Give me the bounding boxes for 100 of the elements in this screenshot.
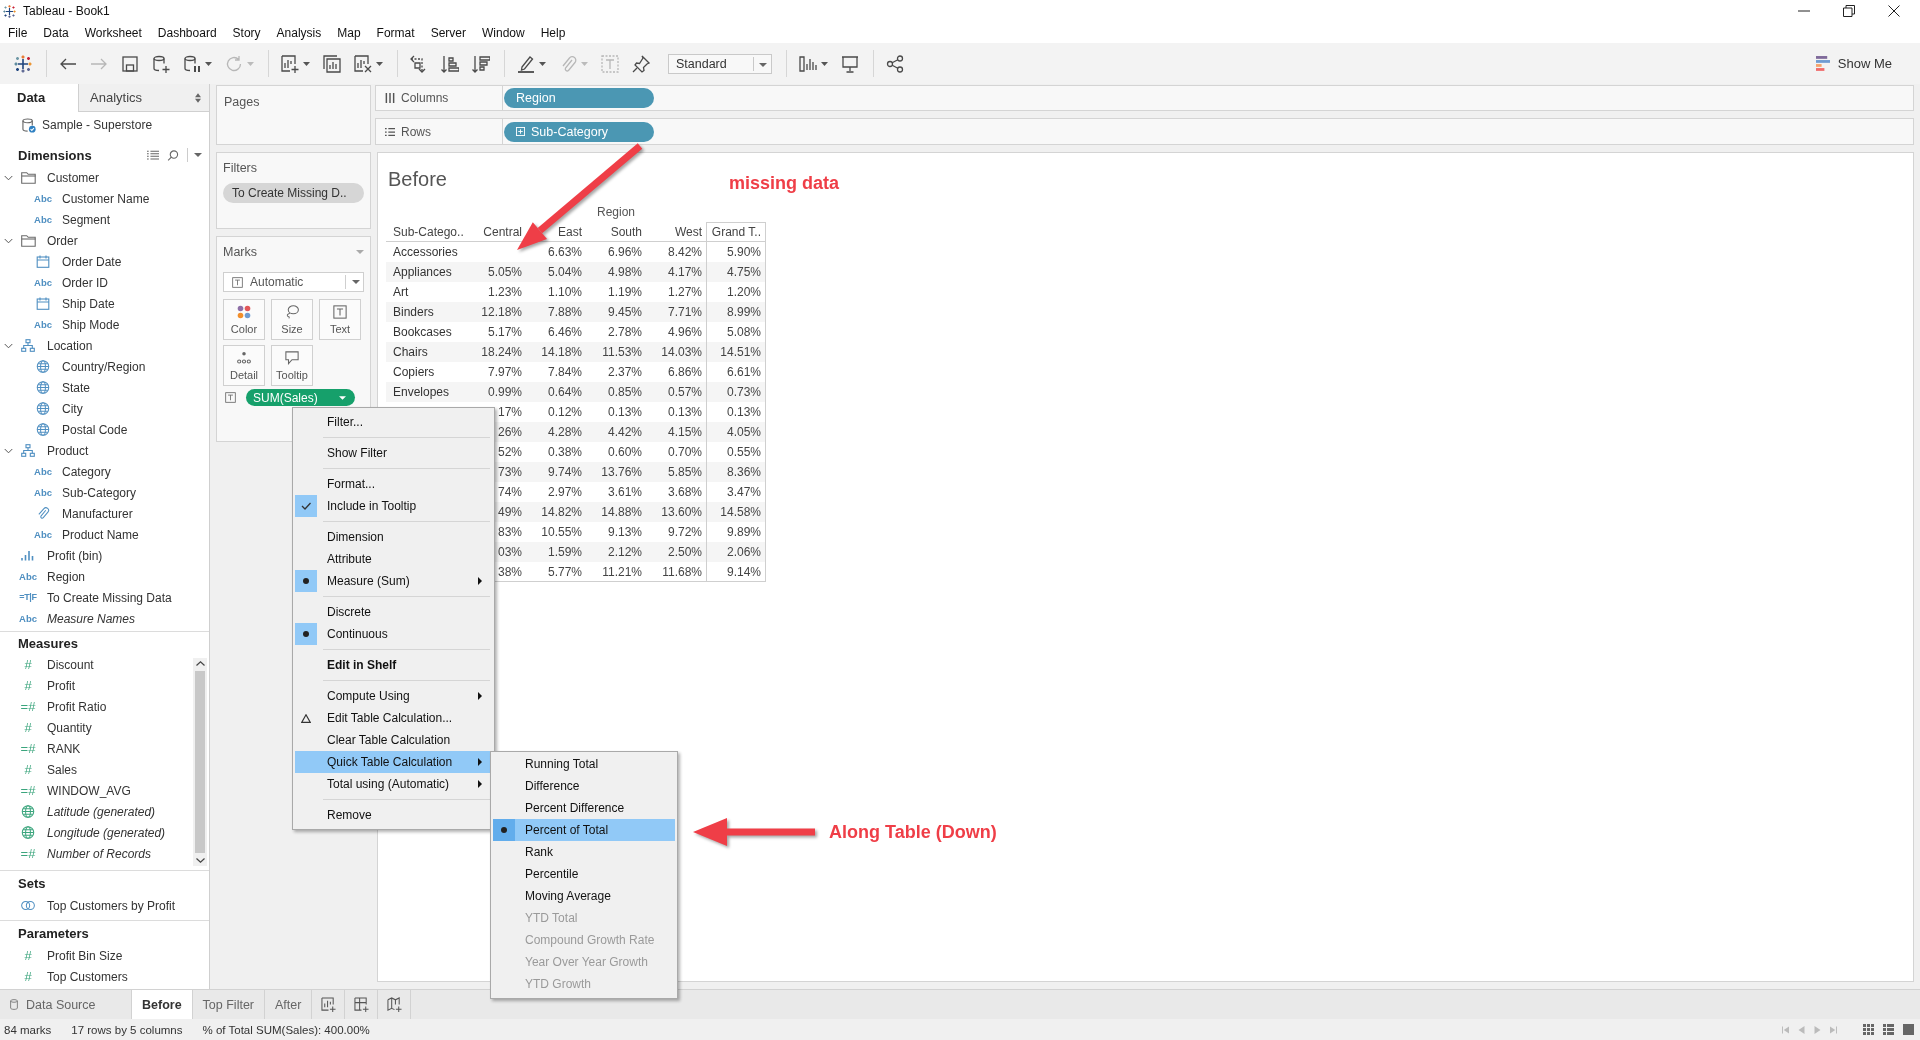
panel-bars-icon[interactable]: [799, 54, 817, 73]
app-logo-icon[interactable]: [14, 54, 32, 73]
field-name[interactable]: Country/Region: [62, 359, 146, 374]
field-name[interactable]: RANK: [47, 741, 81, 756]
caret-icon[interactable]: [194, 153, 202, 157]
sort-arrows-icon[interactable]: [195, 93, 201, 103]
menubar-item[interactable]: Server: [422, 23, 474, 42]
menu-item[interactable]: Rank: [493, 841, 675, 863]
list-view-icon[interactable]: [147, 149, 159, 161]
pen-icon[interactable]: [517, 54, 535, 73]
grid-icon[interactable]: [1863, 1024, 1874, 1035]
menu-item[interactable]: Compute Using: [295, 685, 492, 707]
field-name[interactable]: Profit Bin Size: [47, 948, 123, 963]
field-name[interactable]: Customer: [47, 170, 99, 185]
field-name[interactable]: Sub-Category: [62, 485, 137, 500]
chevron-down-icon[interactable]: [195, 858, 205, 863]
fit-dropdown[interactable]: Standard: [668, 53, 772, 74]
menubar-item[interactable]: Story: [224, 23, 269, 42]
menu-item[interactable]: Running Total: [493, 753, 675, 775]
field-name[interactable]: Product Name: [62, 527, 139, 542]
caret-icon[interactable]: [4, 342, 13, 349]
menu-item[interactable]: Continuous: [295, 623, 492, 645]
menu-item[interactable]: Percent Difference: [493, 797, 675, 819]
menubar-item[interactable]: Dashboard: [149, 23, 225, 42]
pin-icon[interactable]: [632, 54, 650, 73]
caret-icon[interactable]: [4, 447, 13, 454]
restore-icon[interactable]: [1843, 5, 1855, 17]
menu-item[interactable]: Show Filter: [295, 442, 492, 464]
field-name[interactable]: Manufacturer: [62, 506, 133, 521]
field-name[interactable]: Customer Name: [62, 191, 150, 206]
menubar-item[interactable]: Worksheet: [76, 23, 150, 42]
field-name[interactable]: To Create Missing Data: [47, 590, 172, 605]
field-name[interactable]: Quantity: [47, 720, 92, 735]
text-box-icon[interactable]: [225, 392, 236, 403]
caret-icon[interactable]: [821, 61, 828, 66]
field-name[interactable]: Product: [47, 443, 89, 458]
list-icon[interactable]: [1883, 1024, 1894, 1035]
menu-item[interactable]: Percentile: [493, 863, 675, 885]
menu-item[interactable]: Total using (Automatic): [295, 773, 492, 795]
field-name[interactable]: Longitude (generated): [47, 825, 166, 840]
field-name[interactable]: Ship Mode: [62, 317, 120, 332]
field-name[interactable]: Profit: [47, 678, 75, 693]
menu-item[interactable]: Remove: [295, 804, 492, 826]
expand-plus-icon[interactable]: [516, 127, 525, 136]
menu-item[interactable]: Moving Average: [493, 885, 675, 907]
caret-icon[interactable]: [759, 62, 767, 67]
field-name[interactable]: Top Customers: [47, 969, 128, 984]
field-name[interactable]: Number of Records: [47, 846, 152, 861]
menubar-item[interactable]: File: [0, 23, 36, 42]
field-name[interactable]: WINDOW_AVG: [47, 783, 131, 798]
field-name[interactable]: City: [62, 401, 83, 416]
caret-icon[interactable]: [376, 61, 383, 66]
filter-pill[interactable]: To Create Missing D..: [223, 183, 364, 203]
sheet-tab[interactable]: Before: [132, 990, 193, 1019]
mark-property-button[interactable]: Color: [223, 299, 265, 340]
caret-icon[interactable]: [352, 280, 360, 284]
menu-item[interactable]: Clear Table Calculation: [295, 729, 492, 751]
field-name[interactable]: State: [62, 380, 91, 395]
mark-property-button[interactable]: Tooltip: [271, 345, 313, 386]
sort-ascending-icon[interactable]: [441, 54, 459, 73]
field-name[interactable]: Postal Code: [62, 422, 128, 437]
field-name[interactable]: Discount: [47, 657, 94, 672]
swap-icon[interactable]: [410, 54, 428, 73]
caret-icon[interactable]: [339, 396, 346, 400]
database-plus-icon[interactable]: [152, 54, 170, 73]
menubar-item[interactable]: Map: [329, 23, 369, 42]
data-source-name[interactable]: Sample - Superstore: [42, 118, 153, 132]
mark-property-button[interactable]: Text: [319, 299, 361, 340]
caret-icon[interactable]: [4, 237, 13, 244]
scrollbar-thumb[interactable]: [195, 671, 205, 853]
menu-item[interactable]: Edit in Shelf: [295, 654, 492, 676]
menu-item[interactable]: Difference: [493, 775, 675, 797]
chevron-up-icon[interactable]: [195, 661, 205, 666]
save-icon[interactable]: [121, 54, 139, 73]
chart-x-icon[interactable]: [354, 54, 372, 73]
screen-icon[interactable]: [841, 54, 859, 73]
menubar-item[interactable]: Data: [35, 23, 77, 42]
field-name[interactable]: Measure Names: [47, 611, 136, 626]
field-name[interactable]: Order ID: [62, 275, 108, 290]
field-name[interactable]: Region: [47, 569, 86, 584]
caret-icon[interactable]: [539, 61, 546, 66]
caret-icon[interactable]: [4, 174, 13, 181]
field-name[interactable]: Order Date: [62, 254, 122, 269]
field-name[interactable]: Segment: [62, 212, 111, 227]
show-me-button[interactable]: Show Me: [1815, 51, 1892, 76]
field-name[interactable]: Category: [62, 464, 111, 479]
menu-item[interactable]: Percent of Total: [493, 819, 675, 841]
grid-plus-icon[interactable]: [353, 997, 369, 1012]
share-icon[interactable]: [886, 54, 904, 73]
menubar-item[interactable]: Format: [368, 23, 423, 42]
sort-descending-icon[interactable]: [472, 54, 490, 73]
close-icon[interactable]: [1888, 5, 1900, 17]
menu-item[interactable]: Edit Table Calculation...: [295, 707, 492, 729]
mark-property-button[interactable]: Detail: [223, 345, 265, 386]
map-plus-icon[interactable]: [386, 997, 402, 1012]
field-name[interactable]: Order: [47, 233, 78, 248]
database-pause-icon[interactable]: [183, 54, 201, 73]
scrollbar[interactable]: [193, 658, 207, 866]
field-name[interactable]: Profit Ratio: [47, 699, 107, 714]
caret-icon[interactable]: [303, 61, 310, 66]
